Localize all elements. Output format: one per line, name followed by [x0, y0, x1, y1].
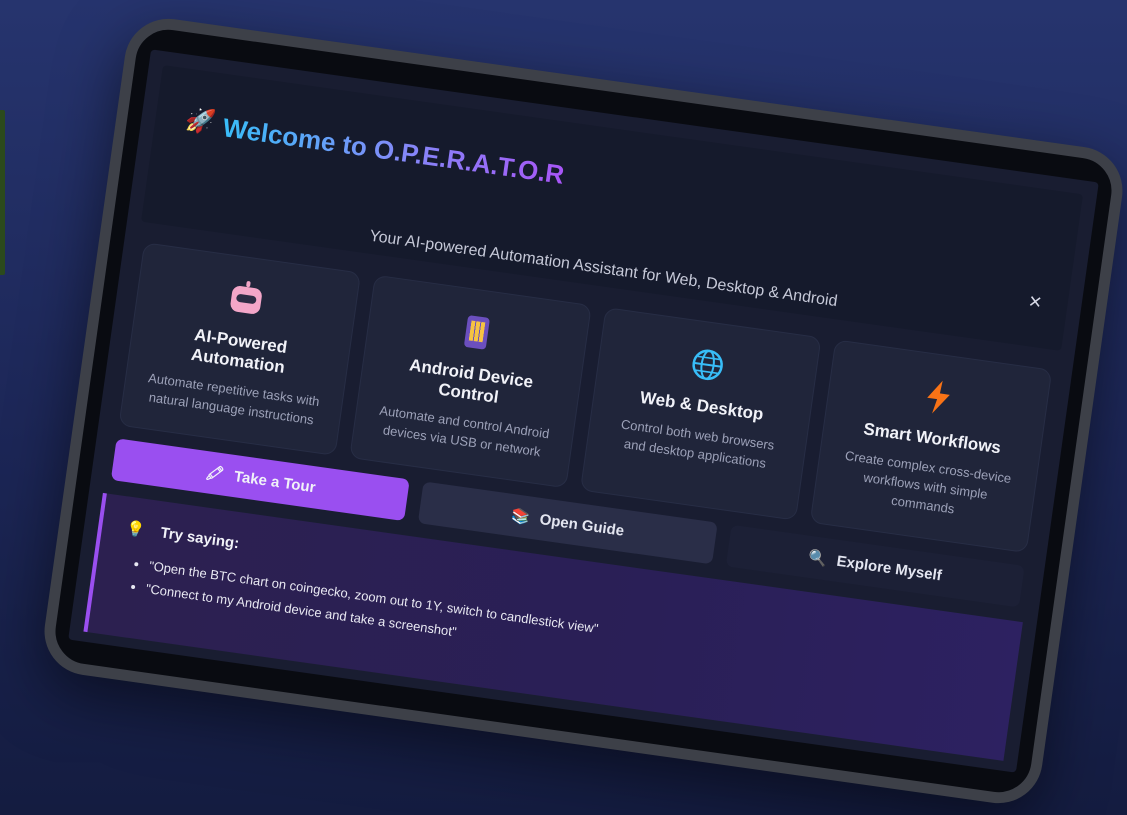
book-icon: 📚 — [510, 507, 532, 527]
page-title: Welcome to O.P.E.R.A.T.O.R — [220, 112, 567, 190]
tablet-frame: 🚀 Welcome to O.P.E.R.A.T.O.R × Your AI-p… — [38, 13, 1127, 809]
rocket-icon: 🚀 — [183, 105, 218, 137]
feature-card-android: Android Device Control Automate and cont… — [348, 274, 592, 489]
close-button[interactable]: × — [1027, 288, 1043, 316]
lightbulb-icon: 💡 — [125, 519, 146, 540]
tip-heading: Try saying: — [159, 523, 241, 552]
take-tour-label: Take a Tour — [233, 467, 317, 496]
side-edge-marker — [0, 110, 5, 275]
feature-card-workflows: Smart Workflows Create complex cross-dev… — [809, 339, 1053, 554]
open-guide-label: Open Guide — [538, 510, 626, 540]
magnifier-icon: 🔍 — [807, 548, 829, 569]
pencil-icon: 🖍 — [204, 464, 226, 484]
explore-myself-label: Explore Myself — [835, 552, 943, 584]
feature-card-ai: AI-Powered Automation Automate repetitiv… — [118, 242, 361, 456]
feature-card-web-desktop: Web & Desktop Control both web browsers … — [579, 307, 822, 521]
welcome-modal: 🚀 Welcome to O.P.E.R.A.T.O.R × Your AI-p… — [68, 49, 1099, 773]
feature-description: Create complex cross-device workflows wi… — [844, 447, 1013, 517]
